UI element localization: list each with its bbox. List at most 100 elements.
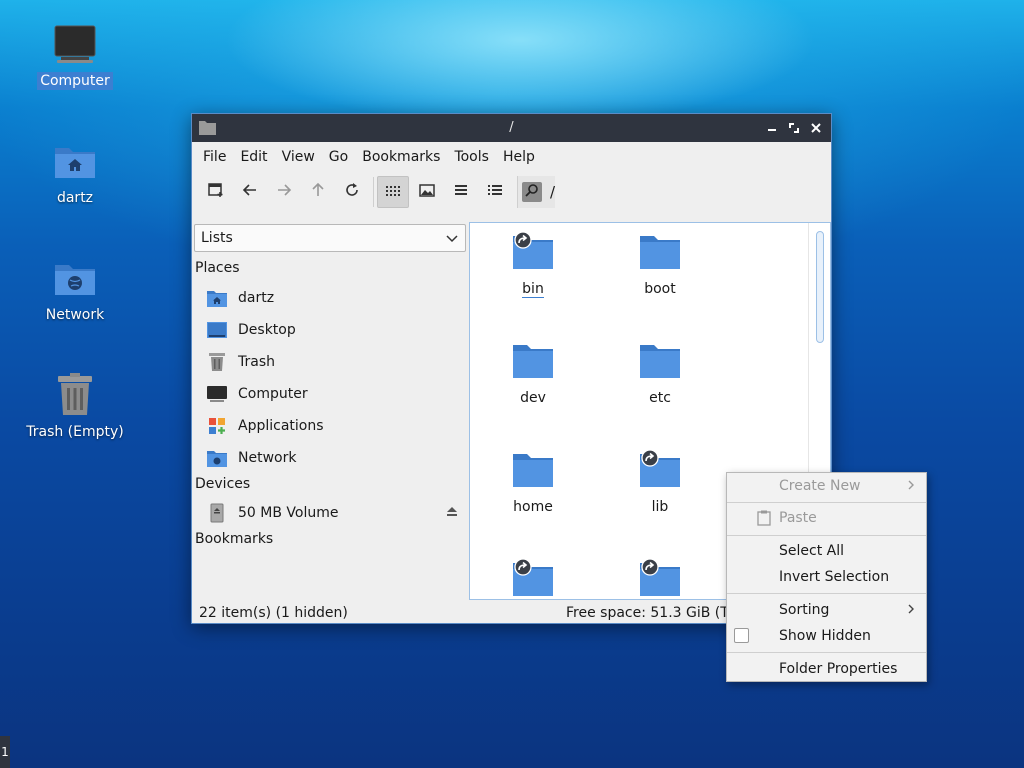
eject-icon[interactable] bbox=[446, 505, 458, 521]
menu-edit[interactable]: Edit bbox=[233, 142, 274, 172]
sidebar-item-network[interactable]: Network bbox=[206, 444, 464, 472]
menu-item-create-new[interactable]: Create New bbox=[727, 473, 926, 499]
title-bar[interactable]: / bbox=[192, 114, 831, 142]
side-pane-mode-select[interactable]: Lists bbox=[194, 224, 466, 252]
desktop-icon-computer[interactable]: Computer bbox=[20, 20, 130, 90]
menu-item-label: Select All bbox=[779, 543, 844, 559]
desktop-icon-dartz[interactable]: dartz bbox=[20, 137, 130, 207]
computer-icon bbox=[206, 383, 228, 405]
maximize-button[interactable] bbox=[785, 119, 803, 137]
back-button[interactable] bbox=[234, 176, 266, 208]
sidebar-item-label: Applications bbox=[238, 418, 324, 434]
file-item[interactable]: dev bbox=[478, 340, 588, 406]
symlink-folder-icon bbox=[512, 558, 554, 599]
file-item[interactable] bbox=[605, 558, 715, 599]
sidebar-item-applications[interactable]: Applications bbox=[206, 412, 464, 440]
desktop-icon-label: dartz bbox=[56, 190, 94, 206]
scrollbar-thumb[interactable] bbox=[816, 231, 824, 343]
path-text[interactable]: / bbox=[550, 183, 555, 201]
file-name: bin bbox=[522, 281, 544, 298]
file-name: boot bbox=[644, 281, 676, 297]
file-item[interactable]: etc bbox=[605, 340, 715, 406]
menu-item-label: Invert Selection bbox=[779, 569, 890, 585]
side-pane-mode-value: Lists bbox=[201, 230, 233, 246]
file-name: home bbox=[513, 499, 553, 515]
places-header: Places bbox=[195, 260, 240, 276]
workspace-number: 1 bbox=[1, 745, 9, 759]
clipboard-icon bbox=[757, 510, 771, 530]
arrow-up-icon bbox=[310, 182, 326, 202]
menu-item-sorting[interactable]: Sorting bbox=[727, 597, 926, 623]
menu-view[interactable]: View bbox=[275, 142, 322, 172]
menu-file[interactable]: File bbox=[196, 142, 233, 172]
network-folder-icon bbox=[206, 447, 228, 469]
new-tab-button[interactable] bbox=[200, 176, 232, 208]
arrow-right-icon bbox=[276, 182, 292, 202]
menu-tools[interactable]: Tools bbox=[447, 142, 496, 172]
devices-header: Devices bbox=[195, 476, 251, 492]
desktop-icon-network[interactable]: Network bbox=[20, 254, 130, 324]
trash-icon bbox=[51, 371, 99, 419]
folder-icon bbox=[639, 231, 681, 275]
compact-view-button[interactable] bbox=[445, 176, 477, 208]
up-button[interactable] bbox=[302, 176, 334, 208]
taskbar-workspace-indicator[interactable]: 1 bbox=[0, 736, 10, 768]
menu-item-label: Folder Properties bbox=[779, 661, 898, 677]
minimize-button[interactable] bbox=[763, 119, 781, 137]
folder-icon bbox=[639, 340, 681, 384]
window-title: / bbox=[509, 120, 514, 135]
menu-item-invert-selection[interactable]: Invert Selection bbox=[727, 564, 926, 590]
sidebar-item-label: 50 MB Volume bbox=[238, 505, 339, 521]
desktop-icon bbox=[206, 319, 228, 341]
menu-item-select-all[interactable]: Select All bbox=[727, 538, 926, 564]
file-item[interactable]: boot bbox=[605, 231, 715, 297]
chevron-down-icon bbox=[445, 231, 459, 249]
sidebar-item-50mb-volume[interactable]: 50 MB Volume bbox=[206, 499, 464, 527]
chevron-right-icon bbox=[906, 479, 916, 495]
icon-view-button[interactable] bbox=[377, 176, 409, 208]
computer-icon bbox=[51, 20, 99, 68]
path-search-button[interactable] bbox=[522, 182, 542, 202]
sidebar-item-computer[interactable]: Computer bbox=[206, 380, 464, 408]
menu-item-folder-properties[interactable]: Folder Properties bbox=[727, 656, 926, 682]
file-item[interactable]: home bbox=[478, 449, 588, 515]
path-bar: / bbox=[517, 176, 556, 208]
sidebar-item-desktop[interactable]: Desktop bbox=[206, 316, 464, 344]
symlink-folder-icon bbox=[639, 558, 681, 599]
menu-item-show-hidden[interactable]: Show Hidden bbox=[727, 623, 926, 649]
close-button[interactable] bbox=[807, 119, 825, 137]
file-item[interactable]: bin bbox=[478, 231, 588, 298]
applications-icon bbox=[206, 415, 228, 437]
folder-icon bbox=[512, 449, 554, 493]
detailed-list-button[interactable] bbox=[479, 176, 511, 208]
sidebar-item-dartz[interactable]: dartz bbox=[206, 284, 464, 312]
side-pane: Lists Places dartz Desktop Trash Compute… bbox=[192, 220, 468, 600]
file-item[interactable] bbox=[478, 558, 588, 599]
file-item[interactable]: lib bbox=[605, 449, 715, 515]
file-name: etc bbox=[649, 390, 671, 406]
menu-item-label: Paste bbox=[779, 510, 817, 526]
desktop-icon-trash[interactable]: Trash (Empty) bbox=[20, 371, 130, 441]
sidebar-item-trash[interactable]: Trash bbox=[206, 348, 464, 376]
home-folder-icon bbox=[51, 137, 99, 185]
reload-button[interactable] bbox=[336, 176, 368, 208]
free-space-status: Free space: 51.3 GiB (To bbox=[566, 605, 736, 621]
symlink-folder-icon bbox=[639, 449, 681, 493]
file-name: dev bbox=[520, 390, 546, 406]
forward-button[interactable] bbox=[268, 176, 300, 208]
show-hidden-checkbox[interactable] bbox=[734, 628, 749, 643]
menu-go[interactable]: Go bbox=[322, 142, 355, 172]
toolbar: / bbox=[192, 172, 831, 212]
desktop-icon-label: Trash (Empty) bbox=[26, 424, 124, 440]
menu-bookmarks[interactable]: Bookmarks bbox=[355, 142, 447, 172]
new-tab-icon bbox=[208, 182, 224, 202]
thumbnail-view-button[interactable] bbox=[411, 176, 443, 208]
sidebar-item-label: Network bbox=[238, 450, 297, 466]
menu-item-paste[interactable]: Paste bbox=[727, 505, 926, 531]
sidebar-item-label: dartz bbox=[238, 290, 275, 306]
menu-item-label: Create New bbox=[779, 478, 861, 494]
details-icon bbox=[487, 182, 503, 202]
menu-help[interactable]: Help bbox=[496, 142, 542, 172]
arrow-left-icon bbox=[242, 182, 258, 202]
chevron-right-icon bbox=[906, 603, 916, 619]
